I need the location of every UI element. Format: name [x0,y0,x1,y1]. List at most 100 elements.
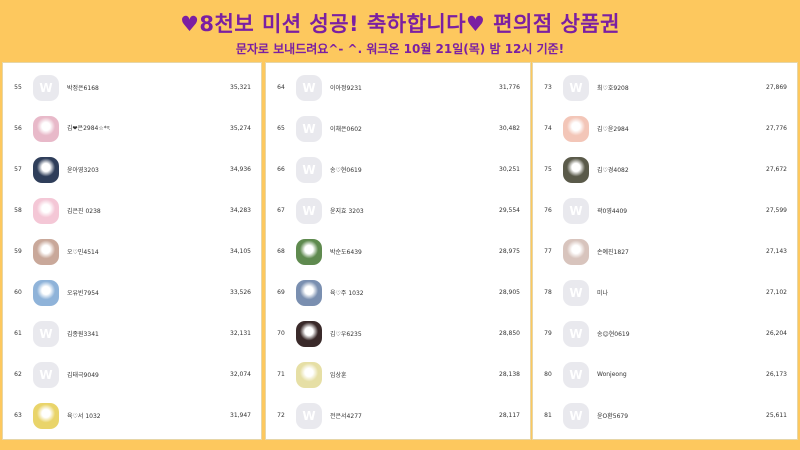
ranking-row[interactable]: 67 W 윤지효 3203 29,554 [266,190,530,231]
avatar-default[interactable]: W [33,74,59,101]
avatar-photo[interactable] [563,156,589,183]
user-name: 박순도6439 [330,249,362,256]
rank-number: 70 [277,330,285,337]
user-name: 오♡민4514 [67,249,99,256]
ranking-row[interactable]: 73 W 최♡호9208 27,869 [533,67,797,108]
avatar-default[interactable]: W [33,361,59,388]
rank-number: 60 [14,289,22,296]
rank-number: 58 [14,207,22,214]
ranking-row[interactable]: 79 W 송😊현0619 26,204 [533,313,797,354]
rank-number: 63 [14,412,22,419]
rank-number: 72 [277,412,285,419]
step-count: 27,102 [766,289,787,296]
ranking-row[interactable]: 68 박순도6439 28,975 [266,231,530,272]
step-count: 31,776 [499,84,520,91]
user-name: 윤지효 3203 [330,208,364,215]
user-name: 송😊현0619 [597,331,630,338]
user-name: 윤아영3203 [67,167,99,174]
user-name: 임상훈 [330,372,347,379]
avatar-photo[interactable] [563,238,589,265]
avatar-default[interactable]: W [563,320,589,347]
ranking-row[interactable]: 60 오유빈7954 33,526 [3,272,261,313]
user-name: 김은진 0238 [67,208,101,215]
avatar-default[interactable]: W [563,197,589,224]
avatar-default[interactable]: W [296,197,322,224]
ranking-row[interactable]: 55 W 박정은6168 35,321 [3,67,261,108]
step-count: 27,672 [766,166,787,173]
avatar-photo[interactable] [563,115,589,142]
user-name: 미나 [597,290,609,297]
step-count: 26,173 [766,371,787,378]
rank-number: 67 [277,207,285,214]
rank-number: 65 [277,125,285,132]
ranking-row[interactable]: 56 김❤은2984☆*ৎ 35,274 [3,108,261,149]
avatar-default[interactable]: W [33,320,59,347]
step-count: 35,274 [230,125,251,132]
user-name: 이채은0602 [330,126,362,133]
avatar-photo[interactable] [33,402,59,429]
avatar-default[interactable]: W [296,402,322,429]
ranking-row[interactable]: 74 김♡윤2984 27,776 [533,108,797,149]
ranking-row[interactable]: 57 윤아영3203 34,936 [3,149,261,190]
rank-number: 76 [544,207,552,214]
step-count: 30,251 [499,166,520,173]
user-name: 육♡주 1032 [330,290,364,297]
ranking-row[interactable]: 64 W 이아정9231 31,776 [266,67,530,108]
ranking-row[interactable]: 58 김은진 0238 34,283 [3,190,261,231]
user-name: 곽0영4409 [597,208,628,215]
avatar-default[interactable]: W [296,115,322,142]
step-count: 32,074 [230,371,251,378]
avatar-photo[interactable] [33,197,59,224]
rank-number: 64 [277,84,285,91]
ranking-row[interactable]: 69 육♡주 1032 28,905 [266,272,530,313]
ranking-row[interactable]: 72 W 전은서4277 28,117 [266,395,530,436]
ranking-row[interactable]: 63 육♡서 1032 31,947 [3,395,261,436]
avatar-default[interactable]: W [563,402,589,429]
ranking-row[interactable]: 81 W 윤O환5679 25,611 [533,395,797,436]
avatar-photo[interactable] [33,115,59,142]
avatar-default[interactable]: W [296,156,322,183]
avatar-default[interactable]: W [296,74,322,101]
avatar-default[interactable]: W [563,74,589,101]
avatar-photo[interactable] [33,156,59,183]
rank-number: 62 [14,371,22,378]
ranking-row[interactable]: 78 W 미나 27,102 [533,272,797,313]
user-name: 최♡호9208 [597,85,629,92]
rank-number: 73 [544,84,552,91]
ranking-row[interactable]: 62 W 김태극9049 32,074 [3,354,261,395]
step-count: 27,776 [766,125,787,132]
avatar-photo[interactable] [296,320,322,347]
ranking-row[interactable]: 65 W 이채은0602 30,482 [266,108,530,149]
step-count: 28,975 [499,248,520,255]
ranking-row[interactable]: 77 손예진1827 27,143 [533,231,797,272]
step-count: 32,131 [230,330,251,337]
avatar-default[interactable]: W [563,279,589,306]
step-count: 35,321 [230,84,251,91]
ranking-row[interactable]: 71 임상훈 28,138 [266,354,530,395]
avatar-default[interactable]: W [563,361,589,388]
ranking-row[interactable]: 75 김♡경4082 27,672 [533,149,797,190]
rank-number: 66 [277,166,285,173]
rank-number: 79 [544,330,552,337]
ranking-row[interactable]: 76 W 곽0영4409 27,599 [533,190,797,231]
ranking-row[interactable]: 66 W 송♡현0619 30,251 [266,149,530,190]
avatar-photo[interactable] [33,279,59,306]
user-name: 김♡경4082 [597,167,629,174]
step-count: 29,554 [499,207,520,214]
rank-number: 59 [14,248,22,255]
avatar-photo[interactable] [296,238,322,265]
user-name: 오유빈7954 [67,290,99,297]
rank-number: 78 [544,289,552,296]
avatar-photo[interactable] [296,279,322,306]
step-count: 27,599 [766,207,787,214]
ranking-row[interactable]: 80 W Wonjeong 26,173 [533,354,797,395]
ranking-row[interactable]: 70 김♡우6235 28,850 [266,313,530,354]
user-name: 김❤은2984☆*ৎ [67,125,110,132]
ranking-row[interactable]: 59 오♡민4514 34,105 [3,231,261,272]
user-name: 육♡서 1032 [67,413,101,420]
user-name: 전은서4277 [330,413,362,420]
avatar-photo[interactable] [296,361,322,388]
avatar-photo[interactable] [33,238,59,265]
ranking-row[interactable]: 61 W 김종원3341 32,131 [3,313,261,354]
ranking-panel-2: 64 W 이아정9231 31,776 65 W 이채은0602 30,482 66 W 송♡현06… [265,62,531,440]
